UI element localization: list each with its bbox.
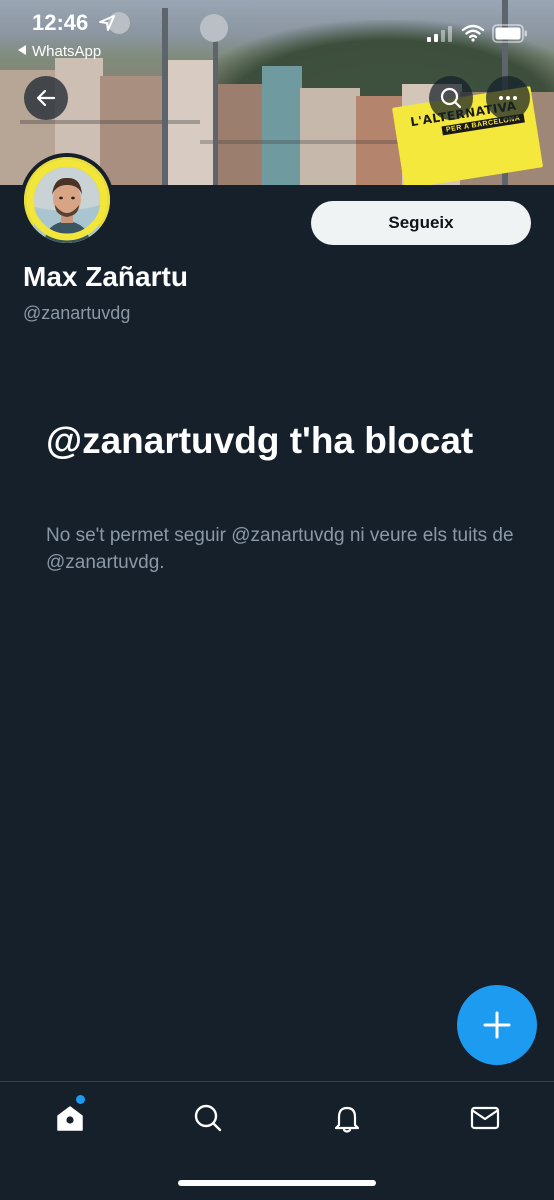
tab-notifications[interactable] <box>327 1098 367 1138</box>
tab-home[interactable] <box>50 1098 90 1138</box>
arrow-left-icon <box>36 89 56 107</box>
status-time: 12:46 <box>32 10 89 35</box>
follow-button[interactable]: Segueix <box>311 201 531 245</box>
search-icon <box>194 1104 222 1132</box>
more-options-button[interactable] <box>486 76 530 120</box>
tab-messages[interactable] <box>465 1098 505 1138</box>
wifi-icon <box>461 24 485 42</box>
back-button[interactable] <box>24 76 68 120</box>
compose-tweet-button[interactable] <box>457 985 537 1065</box>
home-notification-dot <box>76 1095 85 1104</box>
profile-handle: @zanartuvdg <box>23 303 131 323</box>
search-icon <box>440 87 462 109</box>
tab-search[interactable] <box>188 1098 228 1138</box>
blocked-description: No se't permet seguir @zanartuvdg ni veu… <box>46 525 514 573</box>
search-button[interactable] <box>429 76 473 120</box>
blocked-title: @zanartuvdg t'ha blocat <box>46 420 474 461</box>
profile-photo <box>24 157 110 243</box>
profile-name: Max Zañartu <box>23 261 188 292</box>
cellular-signal-icon <box>427 26 452 42</box>
more-icon <box>499 96 517 100</box>
status-bar: 12:46 WhatsApp <box>0 0 554 70</box>
back-triangle-icon <box>18 45 26 55</box>
mail-icon <box>470 1106 500 1130</box>
location-arrow-icon <box>99 15 115 31</box>
home-indicator <box>178 1180 376 1186</box>
home-icon <box>57 1106 83 1131</box>
back-to-app-link[interactable]: WhatsApp <box>18 43 101 60</box>
bell-icon <box>334 1106 360 1133</box>
avatar[interactable] <box>20 153 114 247</box>
battery-icon <box>492 24 527 43</box>
plus-icon <box>483 1011 511 1039</box>
